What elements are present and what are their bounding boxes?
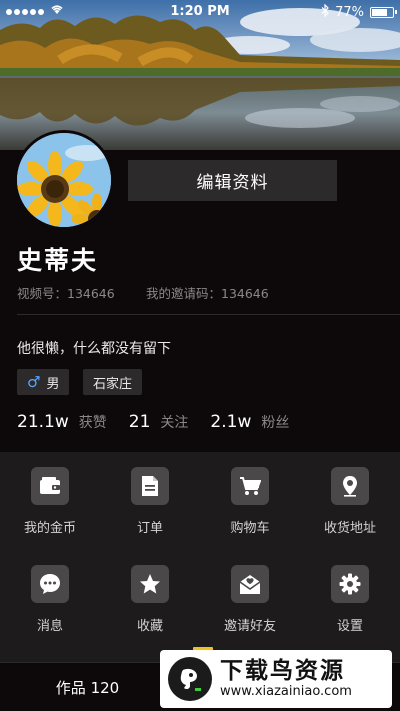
gender-label: 男	[46, 376, 60, 392]
chat-bubble-icon	[31, 565, 69, 603]
stat-following[interactable]: 21 关注	[129, 412, 189, 432]
grid-label: 我的金币	[23, 521, 76, 536]
location-pin-icon	[331, 467, 369, 505]
invite-envelope-icon	[231, 565, 269, 603]
star-icon	[131, 565, 169, 603]
stat-label: 关注	[160, 415, 189, 431]
battery-icon	[370, 7, 397, 18]
grid-item-cart[interactable]: 购物车	[200, 467, 300, 536]
watermark-title: 下载鸟资源	[220, 657, 345, 684]
battery-percent: 77%	[335, 5, 364, 20]
male-icon: ♂	[27, 372, 41, 391]
grid-label: 设置	[336, 619, 363, 634]
edit-profile-button[interactable]: 编辑资料	[128, 160, 337, 201]
tab-works[interactable]: 作品 120	[0, 663, 175, 711]
stat-followers[interactable]: 2.1w 粉丝	[210, 412, 289, 432]
divider	[17, 314, 400, 315]
grid-label: 收货地址	[323, 521, 376, 536]
document-icon	[131, 467, 169, 505]
stat-label: 粉丝	[261, 415, 290, 431]
stat-value: 2.1w	[210, 412, 252, 432]
invite-code[interactable]: 我的邀请码：134646	[146, 283, 269, 302]
bird-logo-icon	[168, 657, 212, 701]
wallet-icon	[31, 467, 69, 505]
city-label: 石家庄	[93, 376, 133, 392]
grid-item-invite[interactable]: 邀请好友	[200, 565, 300, 634]
gear-icon	[331, 565, 369, 603]
gender-tag: ♂ 男	[17, 369, 70, 395]
bluetooth-icon	[321, 3, 329, 21]
watermark-url: www.xiazainiao.com	[220, 683, 352, 699]
cart-icon	[231, 467, 269, 505]
stats-row: 21.1w 获赞 21 关注 2.1w 粉丝	[17, 412, 311, 432]
grid-item-settings[interactable]: 设置	[300, 565, 400, 634]
stat-likes[interactable]: 21.1w 获赞	[17, 412, 107, 432]
function-panel: 我的金币 订单 购物车 收货地址 消息 收藏 邀请好友 设置	[0, 452, 400, 662]
username: 史蒂夫	[17, 246, 99, 275]
grid-item-orders[interactable]: 订单	[100, 467, 200, 536]
grid-label: 邀请好友	[223, 619, 276, 634]
grid-label: 收藏	[136, 619, 163, 634]
stat-label: 获赞	[78, 415, 107, 431]
status-bar: 1:20 PM 77%	[0, 0, 400, 24]
grid-item-messages[interactable]: 消息	[0, 565, 100, 634]
grid-label: 消息	[36, 619, 63, 634]
video-id: 视频号：134646	[17, 286, 115, 301]
stat-value: 21.1w	[17, 412, 69, 432]
grid-item-favorites[interactable]: 收藏	[100, 565, 200, 634]
avatar[interactable]	[14, 130, 114, 230]
bio-text: 他很懒，什么都没有留下	[17, 341, 171, 357]
city-tag: 石家庄	[83, 369, 143, 395]
grid-label: 购物车	[230, 521, 270, 536]
watermark: 下载鸟资源 www.xiazainiao.com	[160, 650, 392, 708]
grid-label: 订单	[136, 521, 163, 536]
grid-item-address[interactable]: 收货地址	[300, 467, 400, 536]
stat-value: 21	[128, 412, 151, 432]
grid-item-coins[interactable]: 我的金币	[0, 467, 100, 536]
